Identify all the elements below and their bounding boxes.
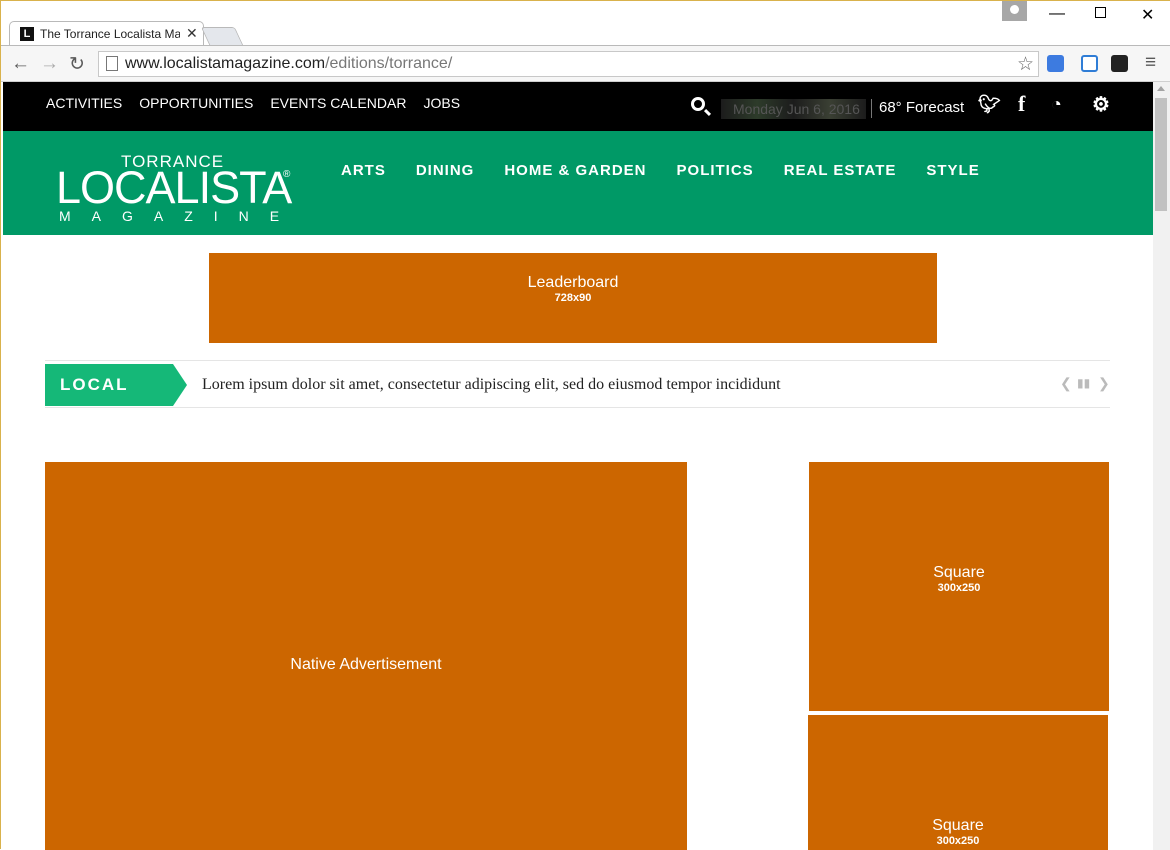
- back-arrow-icon[interactable]: ←: [11, 53, 30, 75]
- maximize-icon[interactable]: [1095, 7, 1106, 18]
- site-header: TORRANCE LOCALISTA ® MAGAZINE ARTS DININ…: [3, 131, 1153, 235]
- url-path: /editions/torrance/: [325, 55, 453, 72]
- scroll-thumb[interactable]: [1155, 98, 1167, 211]
- tab-title: The Torrance Localista Magazine: [40, 27, 180, 41]
- twitter-icon[interactable]: 🐦︎: [978, 94, 1001, 115]
- native-ad-label: Native Advertisement: [290, 656, 442, 673]
- square-ad[interactable]: Square 300x250: [808, 715, 1108, 850]
- profile-icon[interactable]: [1002, 1, 1027, 21]
- main-nav: ARTS DINING HOME & GARDEN POLITICS REAL …: [341, 162, 980, 179]
- facebook-icon[interactable]: f: [1018, 91, 1025, 117]
- native-ad[interactable]: Native Advertisement: [45, 462, 687, 850]
- rss-icon[interactable]: ◔: [1051, 94, 1062, 115]
- ticker-prev-icon[interactable]: ❮: [1060, 375, 1072, 392]
- browser-tab[interactable]: L The Torrance Localista Magazine ✕: [9, 21, 204, 46]
- top-nav-jobs[interactable]: JOBS: [423, 95, 460, 111]
- extension-tampermonkey-icon[interactable]: [1111, 55, 1128, 72]
- ticker-next-icon[interactable]: ❯: [1098, 375, 1110, 392]
- main-nav-arts[interactable]: ARTS: [341, 162, 386, 179]
- square-ad[interactable]: Square 300x250: [809, 462, 1109, 711]
- site-top-bar: ACTIVITIES OPPORTUNITIES EVENTS CALENDAR…: [3, 82, 1153, 131]
- main-nav-politics[interactable]: POLITICS: [677, 162, 754, 179]
- ad-size: 728x90: [554, 292, 592, 304]
- ad-size: 300x250: [937, 582, 981, 594]
- top-nav-events-calendar[interactable]: EVENTS CALENDAR: [270, 95, 406, 111]
- address-bar[interactable]: www.localistamagazine.com/editions/torra…: [98, 51, 1039, 77]
- main-nav-real-estate[interactable]: REAL ESTATE: [784, 162, 897, 179]
- main-nav-home-garden[interactable]: HOME & GARDEN: [504, 162, 646, 179]
- url-host: www.localistamagazine.com: [125, 55, 326, 72]
- title-bar: L The Torrance Localista Magazine ✕ — ✕: [1, 1, 1170, 46]
- main-nav-style[interactable]: STYLE: [926, 162, 979, 179]
- news-ticker: LOCAL NEWS Lorem ipsum dolor sit amet, c…: [45, 360, 1110, 436]
- ad-label: Square: [932, 817, 984, 834]
- tab-close-icon[interactable]: ✕: [186, 25, 198, 42]
- browser-window: L The Torrance Localista Magazine ✕ — ✕ …: [0, 0, 1170, 850]
- ad-size: 300x250: [936, 835, 980, 847]
- main-nav-dining[interactable]: DINING: [416, 162, 475, 179]
- favicon-icon: L: [20, 27, 34, 41]
- top-nav-opportunities[interactable]: OPPORTUNITIES: [139, 95, 253, 111]
- bookmark-star-icon[interactable]: ☆: [1017, 53, 1034, 76]
- top-nav: ACTIVITIES OPPORTUNITIES EVENTS CALENDAR…: [46, 95, 460, 111]
- date-display: Monday Jun 6, 2016: [721, 99, 866, 119]
- logo-registered: ®: [283, 169, 291, 180]
- page-icon: [106, 56, 118, 71]
- scroll-up-icon[interactable]: [1157, 86, 1165, 91]
- search-icon[interactable]: [691, 97, 705, 111]
- forward-arrow-icon[interactable]: →: [40, 53, 59, 75]
- extension-translate-icon[interactable]: [1047, 55, 1064, 72]
- window-close-icon[interactable]: ✕: [1141, 5, 1154, 25]
- gear-icon[interactable]: ⚙: [1092, 92, 1110, 117]
- ticker-pause-icon[interactable]: ▮▮: [1077, 376, 1090, 390]
- ad-label: Leaderboard: [527, 274, 619, 291]
- url-text: www.localistamagazine.com/editions/torra…: [125, 55, 452, 73]
- minimize-icon[interactable]: —: [1049, 5, 1065, 23]
- new-tab-button[interactable]: [200, 27, 244, 45]
- browser-toolbar: ← → ↻ www.localistamagazine.com/editions…: [1, 45, 1170, 82]
- logo-tagline: MAGAZINE: [59, 208, 301, 224]
- divider: [871, 99, 872, 118]
- forecast-link[interactable]: 68° Forecast: [879, 99, 964, 116]
- top-nav-activities[interactable]: ACTIVITIES: [46, 95, 122, 111]
- ticker-headline[interactable]: Lorem ipsum dolor sit amet, consectetur …: [202, 376, 781, 394]
- logo-wordmark: LOCALISTA: [56, 162, 292, 213]
- ad-label: Square: [933, 564, 985, 581]
- reload-icon[interactable]: ↻: [69, 53, 85, 76]
- leaderboard-ad[interactable]: Leaderboard 728x90: [209, 253, 937, 343]
- page-scrollbar[interactable]: [1153, 82, 1170, 850]
- extension-cast-icon[interactable]: [1081, 55, 1098, 72]
- chrome-menu-icon[interactable]: ≡: [1145, 52, 1156, 74]
- ticker-label: LOCAL NEWS: [45, 364, 187, 436]
